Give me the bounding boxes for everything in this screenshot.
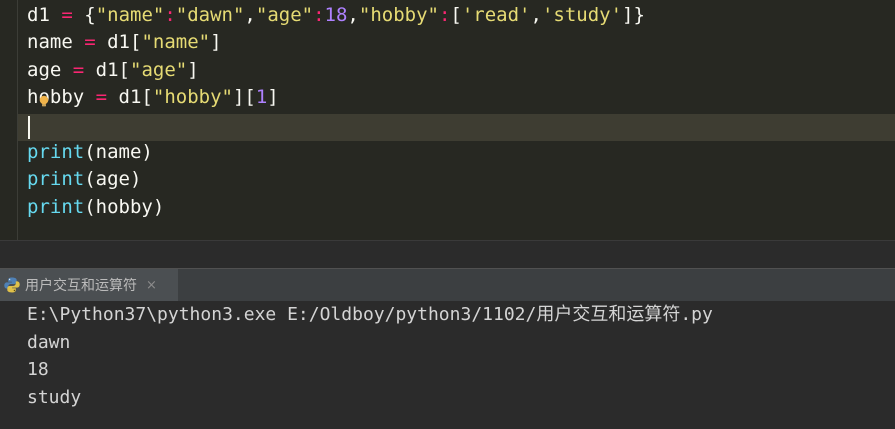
code-token: "hobby" <box>358 4 439 26</box>
code-token: 18 <box>324 4 348 26</box>
code-token: { <box>72 4 96 26</box>
code-token: ] <box>187 58 199 81</box>
code-token: = <box>84 31 96 54</box>
code-token: = <box>72 58 85 81</box>
lightbulb-icon[interactable] <box>38 95 50 107</box>
code-token: d1 <box>27 4 50 26</box>
code-token: , <box>530 4 542 26</box>
run-tab[interactable]: 用户交互和运算符 × <box>0 269 178 301</box>
console-text: E:\Python37\python3.exe E:/Oldboy/python… <box>27 301 713 411</box>
code-token: ] <box>210 31 222 54</box>
console-line-output: study <box>27 386 82 408</box>
code-line[interactable]: age = d1["age"] <box>27 57 645 84</box>
code-token: print <box>27 168 85 191</box>
console-line-output: 18 <box>27 359 49 380</box>
code-token: (name) <box>84 140 153 163</box>
code-token: "age" <box>255 4 314 26</box>
code-editor[interactable]: d1 = {"name":"dawn","age":18,"hobby":['r… <box>0 0 895 240</box>
code-token: hobby <box>27 86 85 109</box>
code-token: 'read' <box>461 4 531 26</box>
code-token: 1 <box>255 86 268 109</box>
code-token: d1[ <box>84 58 130 81</box>
code-line[interactable] <box>27 112 645 139</box>
code-token: d1[ <box>95 31 142 54</box>
code-token: : <box>164 4 176 26</box>
code-token: , <box>244 4 256 26</box>
code-token: "name" <box>141 31 211 54</box>
code-token: , <box>347 4 359 26</box>
code-line[interactable]: name = d1["name"] <box>27 29 645 56</box>
run-tab-label: 用户交互和运算符 <box>25 278 137 294</box>
code-token: "hobby" <box>152 86 233 109</box>
code-token: age <box>27 58 62 81</box>
code-token: ] <box>267 86 279 109</box>
code-token: "dawn" <box>175 4 245 26</box>
code-token: print <box>27 195 85 218</box>
python-icon <box>4 277 20 293</box>
code-token: name <box>27 31 73 54</box>
code-line[interactable]: d1 = {"name":"dawn","age":18,"hobby":['r… <box>27 2 645 29</box>
code-token: d1[ <box>107 86 153 109</box>
code-token: (age) <box>84 168 142 191</box>
close-icon[interactable]: × <box>146 278 157 293</box>
code-token: "name" <box>95 4 165 26</box>
code-token: ][ <box>232 86 256 109</box>
console-line-command: E:\Python37\python3.exe E:/Oldboy/python… <box>27 304 713 325</box>
code-token: : <box>313 4 325 26</box>
code-line[interactable]: print(hobby) <box>27 194 645 221</box>
console-output[interactable]: E:\Python37\python3.exe E:/Oldboy/python… <box>0 301 895 429</box>
code-token: (hobby) <box>84 195 165 218</box>
editor-scroll-gap <box>0 241 895 268</box>
code-text[interactable]: d1 = {"name":"dawn","age":18,"hobby":['r… <box>27 2 645 221</box>
code-token: = <box>95 86 108 109</box>
code-token: ]} <box>622 4 645 26</box>
code-token: "age" <box>130 58 188 81</box>
text-caret <box>28 116 30 139</box>
code-token: [ <box>450 4 462 26</box>
console-line-output: dawn <box>27 331 71 353</box>
code-line[interactable]: print(name) <box>27 139 645 166</box>
code-token: print <box>27 140 85 163</box>
run-tool-window-header: 用户交互和运算符 × <box>0 268 895 301</box>
code-line[interactable]: hobby = d1["hobby"][1] <box>27 84 645 111</box>
code-token: : <box>438 4 451 26</box>
code-token: 'study' <box>541 4 623 26</box>
code-line[interactable]: print(age) <box>27 166 645 193</box>
code-token: = <box>61 4 73 26</box>
